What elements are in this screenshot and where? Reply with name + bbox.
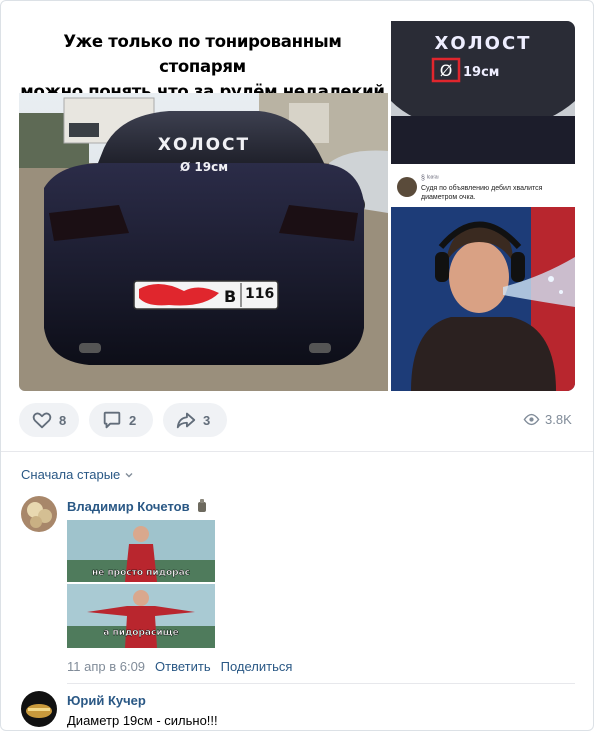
zoom-diameter: 19см (463, 65, 499, 80)
comment-divider (67, 683, 575, 684)
reply-link[interactable]: Ответить (155, 659, 211, 674)
plate-region: 116 (245, 286, 274, 302)
comment-count: 2 (129, 412, 137, 428)
spit-take-photo (391, 207, 575, 391)
actions-divider (1, 451, 593, 452)
tweet-text: Судя по объявлению дебил хвалится диамет… (421, 185, 543, 201)
eye-icon (523, 413, 540, 426)
meme-top-text: не просто пидорас (92, 568, 190, 578)
chevron-down-icon (125, 472, 133, 477)
view-counter: 3.8K (523, 411, 572, 428)
car-photo[interactable]: ХОЛОСТ Ø 19см В 116 (19, 93, 388, 391)
avatar-badge-icon (198, 499, 207, 512)
tweet-avatar (397, 177, 417, 197)
comment-sort-dropdown[interactable]: Сначала старые (21, 467, 134, 482)
comment-button[interactable]: 2 (89, 403, 153, 437)
photo-collage[interactable]: Уже только по тонированным стопарям можн… (19, 19, 575, 391)
rear-window-text: ХОЛОСТ (158, 135, 250, 155)
tweet-snippet: § ᴵᵉᵃ⁽ᵃᶦ Судя по объявлению дебил хвалит… (395, 170, 571, 208)
comment-icon (103, 411, 121, 429)
meme-bottom-text: а пидорасище (103, 628, 178, 638)
tweet-handle: § ᴵᵉᵃ⁽ᵃᶦ (421, 175, 439, 182)
avatar-image (21, 691, 57, 727)
comment-meta: 11 апр в 6:09 Ответить Поделиться (67, 659, 292, 674)
share-icon (176, 412, 196, 429)
avatar[interactable] (21, 496, 57, 532)
avatar-image (21, 496, 57, 532)
plate-letter: В (224, 287, 236, 306)
comment-author-name: Юрий Кучер (67, 693, 146, 708)
diameter-symbol: Ø (440, 61, 453, 80)
avatar[interactable] (21, 691, 57, 727)
share-button[interactable]: 3 (163, 403, 227, 437)
post-card: Уже только по тонированным стопарям можн… (0, 0, 594, 731)
comment-meme-image[interactable]: не просто пидорас а пидорасище (67, 520, 215, 648)
like-button[interactable]: 8 (19, 403, 79, 437)
view-count: 3.8K (545, 412, 572, 427)
reaction-meme[interactable]: § ᴵᵉᵃ⁽ᵃᶦ Судя по объявлению дебил хвалит… (391, 166, 575, 391)
comment-date[interactable]: 11 апр в 6:09 (67, 659, 145, 674)
heart-icon (32, 412, 52, 429)
share-comment-link[interactable]: Поделиться (221, 659, 293, 674)
rear-window-diameter: Ø 19см (180, 160, 228, 174)
meme-drawing: не просто пидорас а пидорасище (67, 520, 215, 648)
like-count: 8 (59, 412, 67, 428)
share-count: 3 (203, 412, 211, 428)
comment-author-name: Владимир Кочетов (67, 499, 190, 514)
comment-author[interactable]: Владимир Кочетов (67, 499, 208, 514)
zoom-photo-drawing: ХОЛОСТ Ø 19см (391, 21, 575, 164)
comment-text: Диаметр 19см - сильно!!! (67, 713, 218, 728)
caption-area: Уже только по тонированным стопарям можн… (19, 19, 386, 101)
zoom-photo[interactable]: ХОЛОСТ Ø 19см (391, 21, 575, 164)
comment-author[interactable]: Юрий Кучер (67, 693, 146, 708)
zoom-window-text: ХОЛОСТ (435, 33, 532, 54)
sort-label: Сначала старые (21, 467, 121, 482)
car-photo-drawing: ХОЛОСТ Ø 19см В 116 (19, 93, 388, 391)
